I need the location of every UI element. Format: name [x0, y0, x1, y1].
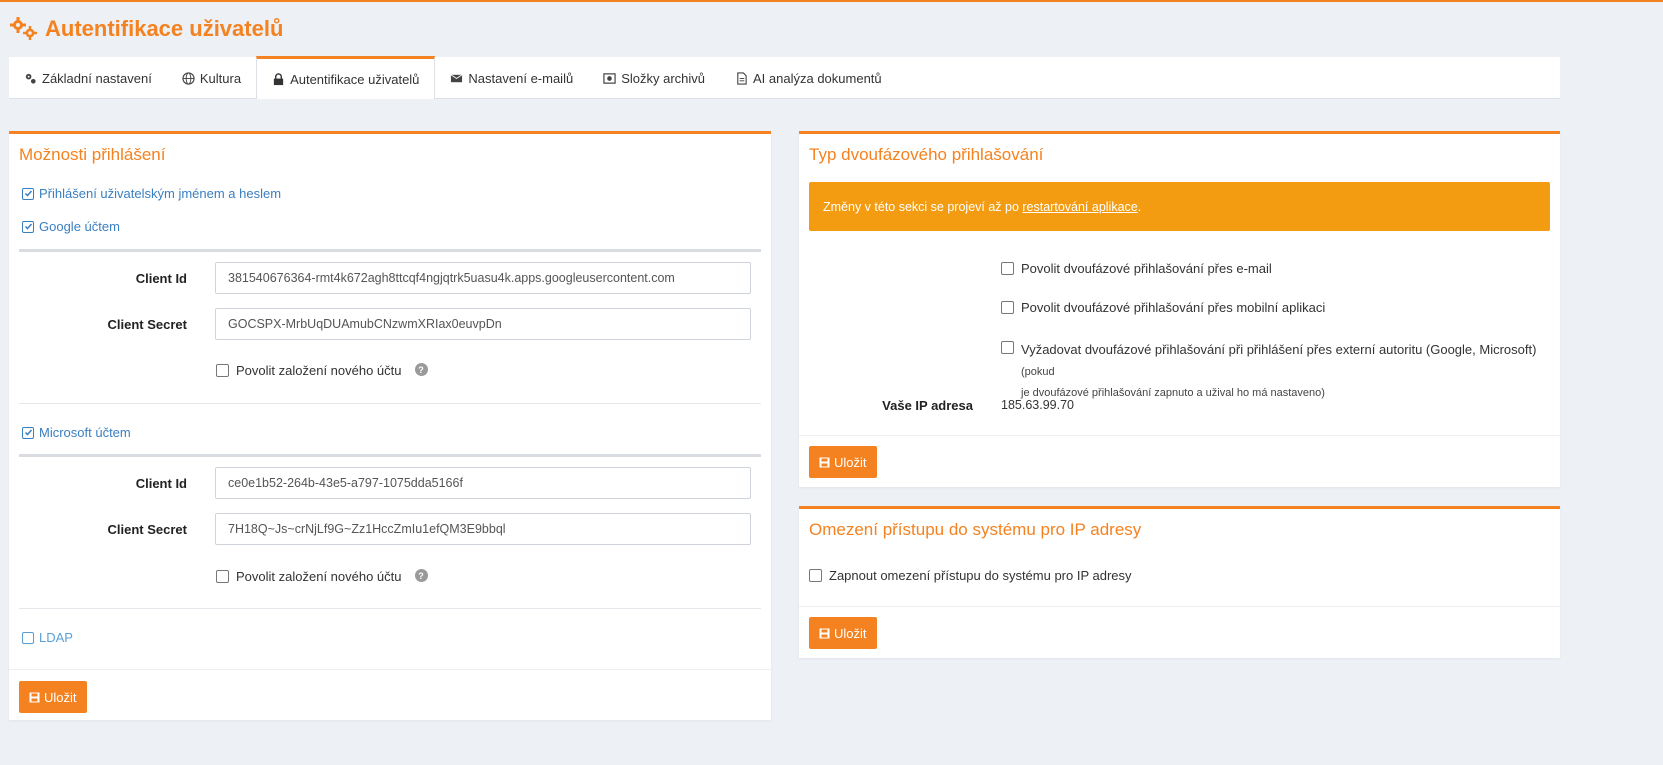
two-factor-email-label: Povolit dvoufázové přihlašování přes e-m… — [1021, 261, 1272, 276]
tab-user-authentication[interactable]: Autentifikace uživatelů — [256, 56, 436, 99]
checkbox[interactable] — [1001, 262, 1014, 275]
google-client-secret-input[interactable] — [215, 308, 751, 340]
checkbox[interactable] — [1001, 341, 1014, 354]
save-button[interactable]: Uložit — [19, 681, 87, 713]
two-factor-mobile-option[interactable]: Povolit dvoufázové přihlašování přes mob… — [1001, 300, 1325, 315]
two-factor-external-label: Vyžadovat dvoufázové přihlašování při př… — [1021, 342, 1537, 357]
divider — [19, 403, 761, 404]
page-title: Autentifikace uživatelů — [45, 16, 284, 41]
tab-label: Složky archivů — [621, 70, 706, 86]
save-button[interactable]: Uložit — [809, 446, 877, 478]
tab-email-settings[interactable]: Nastavení e-mailů — [435, 57, 588, 99]
alert-suffix: . — [1137, 199, 1142, 214]
settings-tabs: Základní nastavení Kultura Autentifikace… — [9, 56, 1560, 99]
save-label: Uložit — [44, 689, 77, 705]
save-button[interactable]: Uložit — [809, 617, 877, 649]
gears-icon — [10, 17, 37, 40]
tab-ai-document-analysis[interactable]: AI analýza dokumentů — [720, 57, 897, 99]
microsoft-account-label: Microsoft účtem — [39, 425, 131, 440]
google-account-label: Google účtem — [39, 219, 120, 234]
tab-label: AI analýza dokumentů — [753, 70, 882, 86]
google-client-id-label: Client Id — [135, 271, 187, 286]
tab-archive-folders[interactable]: Složky archivů — [588, 57, 720, 99]
microsoft-client-secret-input[interactable] — [215, 513, 751, 545]
checkbox[interactable] — [216, 570, 229, 583]
google-allow-new-account[interactable]: Povolit založení nového účtu ? — [216, 363, 428, 378]
floppy-disk-icon — [819, 628, 830, 638]
two-factor-card: Typ dvoufázového přihlašování Změny v té… — [799, 131, 1560, 487]
divider — [19, 608, 761, 609]
checkbox[interactable] — [216, 364, 229, 377]
tab-culture[interactable]: Kultura — [167, 57, 256, 99]
checkbox-unchecked-icon — [22, 631, 34, 644]
two-factor-external-note: (pokud — [1021, 366, 1055, 378]
card-footer-divider — [799, 606, 1560, 607]
microsoft-client-secret-label: Client Secret — [107, 522, 187, 537]
help-icon[interactable]: ? — [414, 363, 428, 376]
two-factor-email-option[interactable]: Povolit dvoufázové přihlašování přes e-m… — [1001, 261, 1272, 276]
microsoft-client-id-label: Client Id — [135, 476, 187, 491]
ip-address-label: Vaše IP adresa — [882, 398, 973, 413]
tab-label: Kultura — [199, 70, 242, 86]
save-label: Uložit — [834, 454, 867, 470]
card-footer-divider — [9, 669, 771, 670]
ldap-checkbox[interactable]: LDAP — [22, 630, 73, 645]
save-label: Uložit — [834, 625, 867, 641]
ip-restriction-label: Zapnout omezení přístupu do systému pro … — [829, 568, 1132, 583]
help-icon[interactable]: ? — [414, 569, 428, 582]
ip-restriction-option[interactable]: Zapnout omezení přístupu do systému pro … — [809, 568, 1132, 583]
ip-address-value: 185.63.99.70 — [1001, 398, 1074, 412]
checkbox[interactable] — [1001, 301, 1014, 314]
checkbox-checked-icon — [22, 220, 34, 233]
tab-label: Nastavení e-mailů — [468, 70, 574, 86]
envelope-icon — [451, 73, 463, 82]
google-account-checkbox[interactable]: Google účtem — [22, 219, 120, 234]
lock-icon — [273, 72, 284, 85]
floppy-disk-icon — [819, 457, 830, 467]
login-options-card: Možnosti přihlášení Přihlášení uživatels… — [9, 131, 771, 720]
microsoft-section-divider — [19, 454, 761, 457]
ip-restriction-title: Omezení přístupu do systému pro IP adres… — [809, 520, 1142, 539]
checkbox-checked-icon — [22, 187, 34, 200]
google-section-divider — [19, 249, 761, 252]
globe-icon — [182, 71, 195, 85]
allow-new-account-label: Povolit založení nového účtu — [236, 569, 402, 584]
google-client-secret-label: Client Secret — [107, 317, 187, 332]
username-password-label: Přihlášení uživatelským jménem a heslem — [39, 186, 282, 201]
google-client-id-input[interactable] — [215, 262, 751, 294]
page-header: Autentifikace uživatelů — [9, 16, 283, 42]
login-options-title: Možnosti přihlášení — [19, 145, 166, 164]
tab-basic-settings[interactable]: Základní nastavení — [9, 57, 167, 99]
document-icon — [737, 71, 747, 85]
checkbox-checked-icon — [22, 426, 34, 439]
tab-label: Základní nastavení — [42, 70, 152, 86]
microsoft-allow-new-account[interactable]: Povolit založení nového účtu ? — [216, 569, 428, 584]
two-factor-mobile-label: Povolit dvoufázové přihlašování přes mob… — [1021, 300, 1326, 315]
archive-folder-icon — [603, 72, 616, 84]
ip-restriction-card: Omezení přístupu do systému pro IP adres… — [799, 506, 1560, 658]
microsoft-client-id-input[interactable] — [215, 467, 751, 499]
card-footer-divider — [799, 435, 1560, 436]
checkbox[interactable] — [809, 569, 822, 582]
microsoft-account-checkbox[interactable]: Microsoft účtem — [22, 425, 131, 440]
ldap-label: LDAP — [39, 630, 73, 645]
alert-text: Změny v této sekci se projeví až po — [823, 199, 1023, 214]
two-factor-title: Typ dvoufázového přihlašování — [809, 145, 1044, 164]
floppy-disk-icon — [29, 692, 40, 702]
restart-alert: Změny v této sekci se projeví až po rest… — [809, 182, 1550, 231]
tab-label: Autentifikace uživatelů — [290, 71, 420, 87]
restart-app-link[interactable]: restartování aplikace — [1022, 200, 1137, 214]
allow-new-account-label: Povolit založení nového účtu — [236, 363, 402, 378]
gears-icon — [25, 73, 36, 84]
username-password-checkbox[interactable]: Přihlášení uživatelským jménem a heslem — [22, 186, 281, 201]
two-factor-external-option[interactable]: Vyžadovat dvoufázové přihlašování při př… — [1001, 340, 1551, 403]
